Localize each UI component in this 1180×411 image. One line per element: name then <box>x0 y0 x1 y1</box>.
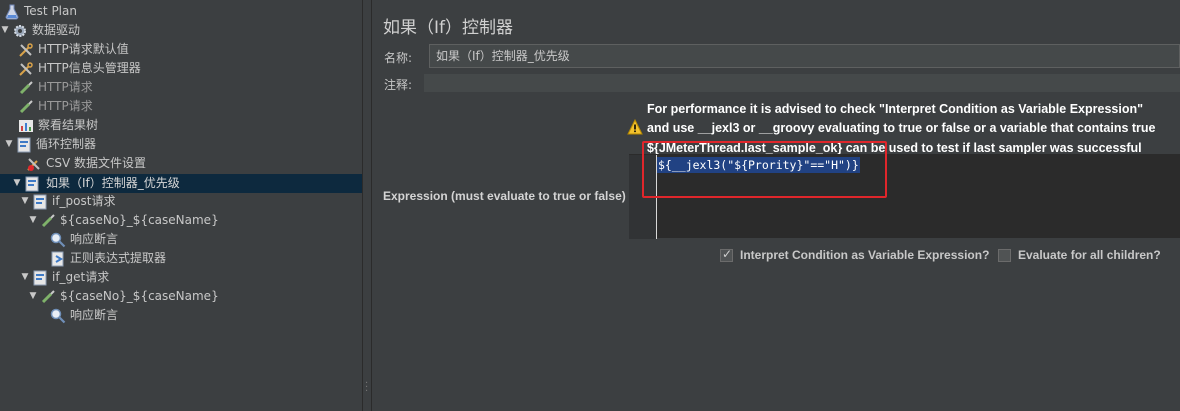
splitter-grip-icon: · · · <box>365 378 369 397</box>
tree-node-label: 循环控制器 <box>36 137 97 151</box>
tree-node-regex-extractor[interactable]: 正则表达式提取器 <box>50 249 166 268</box>
expand-toggle-icon[interactable]: ▼ <box>28 287 38 306</box>
tree-node-if-get[interactable]: ▼ if_get请求 <box>20 268 109 287</box>
tree-node-label: if_post请求 <box>52 194 116 208</box>
gear-icon <box>12 23 28 39</box>
if-controller-icon <box>24 176 40 192</box>
comment-label: 注释: <box>384 78 413 92</box>
tree-node-label: 响应断言 <box>70 232 119 246</box>
warning-line: For performance it is advised to check "… <box>647 102 1144 116</box>
tree-node-http-defaults[interactable]: HTTP请求默认值 <box>18 40 129 59</box>
pipette-icon <box>40 289 56 305</box>
name-field[interactable]: 如果（If）控制器_优先级 <box>429 44 1180 68</box>
tree-node-label: Test Plan <box>24 4 77 18</box>
expand-toggle-icon[interactable]: ▼ <box>0 21 10 40</box>
tree-node-label: HTTP请求 <box>38 80 93 94</box>
pipette-icon <box>18 80 34 96</box>
interpret-condition-checkbox[interactable] <box>720 247 733 262</box>
tree-node-label: 响应断言 <box>70 308 119 322</box>
interpret-condition-label: Interpret Condition as Variable Expressi… <box>740 248 990 262</box>
magnifier-icon <box>50 308 66 324</box>
expand-toggle-icon[interactable]: ▼ <box>28 211 38 230</box>
pane-splitter[interactable]: · · · <box>362 0 372 411</box>
comment-field[interactable] <box>424 74 1180 92</box>
wrench-icon <box>18 42 34 58</box>
magnifier-icon <box>50 232 66 248</box>
tree-node-header-manager[interactable]: HTTP信息头管理器 <box>18 59 141 78</box>
evaluate-all-children-label: Evaluate for all children? <box>1018 248 1161 262</box>
tree-node-label: HTTP信息头管理器 <box>38 61 141 75</box>
name-label: 名称: <box>384 51 413 65</box>
tree-node-label: 数据驱动 <box>32 23 81 37</box>
tree-node-sampler[interactable]: ▼ ${caseNo}_${caseName} <box>28 287 219 306</box>
pipette-icon <box>18 99 34 115</box>
expand-toggle-icon[interactable]: ▼ <box>4 135 14 154</box>
tree-node-label: ${caseNo}_${caseName} <box>60 289 219 303</box>
evaluate-all-children-checkbox[interactable] <box>998 248 1011 262</box>
expand-toggle-icon[interactable]: ▼ <box>12 174 22 193</box>
tree-node-label: 正则表达式提取器 <box>70 251 167 265</box>
transaction-controller-icon <box>32 270 48 286</box>
evaluate-all-children-option[interactable]: Evaluate for all children? <box>998 248 1161 262</box>
tree-node-http-request[interactable]: HTTP请求 <box>18 97 93 116</box>
transaction-controller-icon <box>32 194 48 210</box>
csv-config-icon <box>26 156 42 172</box>
tree-node-sampler[interactable]: ▼ ${caseNo}_${caseName} <box>28 211 219 230</box>
tree-node-if-post[interactable]: ▼ if_post请求 <box>20 192 115 211</box>
tree-node-response-assertion[interactable]: 响应断言 <box>50 230 118 249</box>
warning-icon <box>627 118 643 135</box>
page-title: 如果（If）控制器 <box>383 18 513 38</box>
tree-node-thread-group[interactable]: ▼ 数据驱动 <box>0 21 80 40</box>
tree-node-label: if_get请求 <box>52 270 110 284</box>
loop-controller-icon <box>16 137 32 153</box>
tree-node-if-controller[interactable]: ▼ 如果（If）控制器_优先级 <box>12 174 182 193</box>
pipette-icon <box>40 213 56 229</box>
expand-toggle-icon[interactable]: ▼ <box>20 192 30 211</box>
flask-icon <box>4 4 20 20</box>
results-chart-icon <box>18 118 34 134</box>
if-controller-panel: 如果（If）控制器 名称: 如果（If）控制器_优先级 注释: For perf… <box>372 0 1180 411</box>
tree-node-csv-dataset[interactable]: CSV 数据文件设置 <box>26 154 146 173</box>
red-highlight-box <box>642 141 887 198</box>
tree-node-results-tree[interactable]: 察看结果树 <box>18 116 98 135</box>
test-plan-tree[interactable]: Test Plan ▼ 数据驱动 HTTP请求默认值 HTTP信息头管理器 HT… <box>0 0 362 411</box>
tree-node-label: HTTP请求 <box>38 99 93 113</box>
regex-extractor-icon <box>50 251 66 267</box>
wrench-icon <box>18 61 34 77</box>
interpret-condition-option[interactable]: Interpret Condition as Variable Expressi… <box>720 247 990 262</box>
tree-node-label: 察看结果树 <box>38 118 99 132</box>
warning-line: and use __jexl3 or __groovy evaluating t… <box>647 121 1156 135</box>
tree-node-test-plan[interactable]: Test Plan <box>4 2 77 21</box>
expression-label: Expression (must evaluate to true or fal… <box>383 189 626 203</box>
tree-node-label: 如果（If）控制器_优先级 <box>44 174 182 193</box>
tree-node-loop-controller[interactable]: ▼ 循环控制器 <box>4 135 96 154</box>
tree-node-label: CSV 数据文件设置 <box>46 156 147 170</box>
tree-node-label: ${caseNo}_${caseName} <box>60 213 219 227</box>
tree-node-label: HTTP请求默认值 <box>38 42 129 56</box>
expand-toggle-icon[interactable]: ▼ <box>20 268 30 287</box>
tree-node-response-assertion[interactable]: 响应断言 <box>50 306 118 325</box>
tree-node-http-request[interactable]: HTTP请求 <box>18 78 93 97</box>
